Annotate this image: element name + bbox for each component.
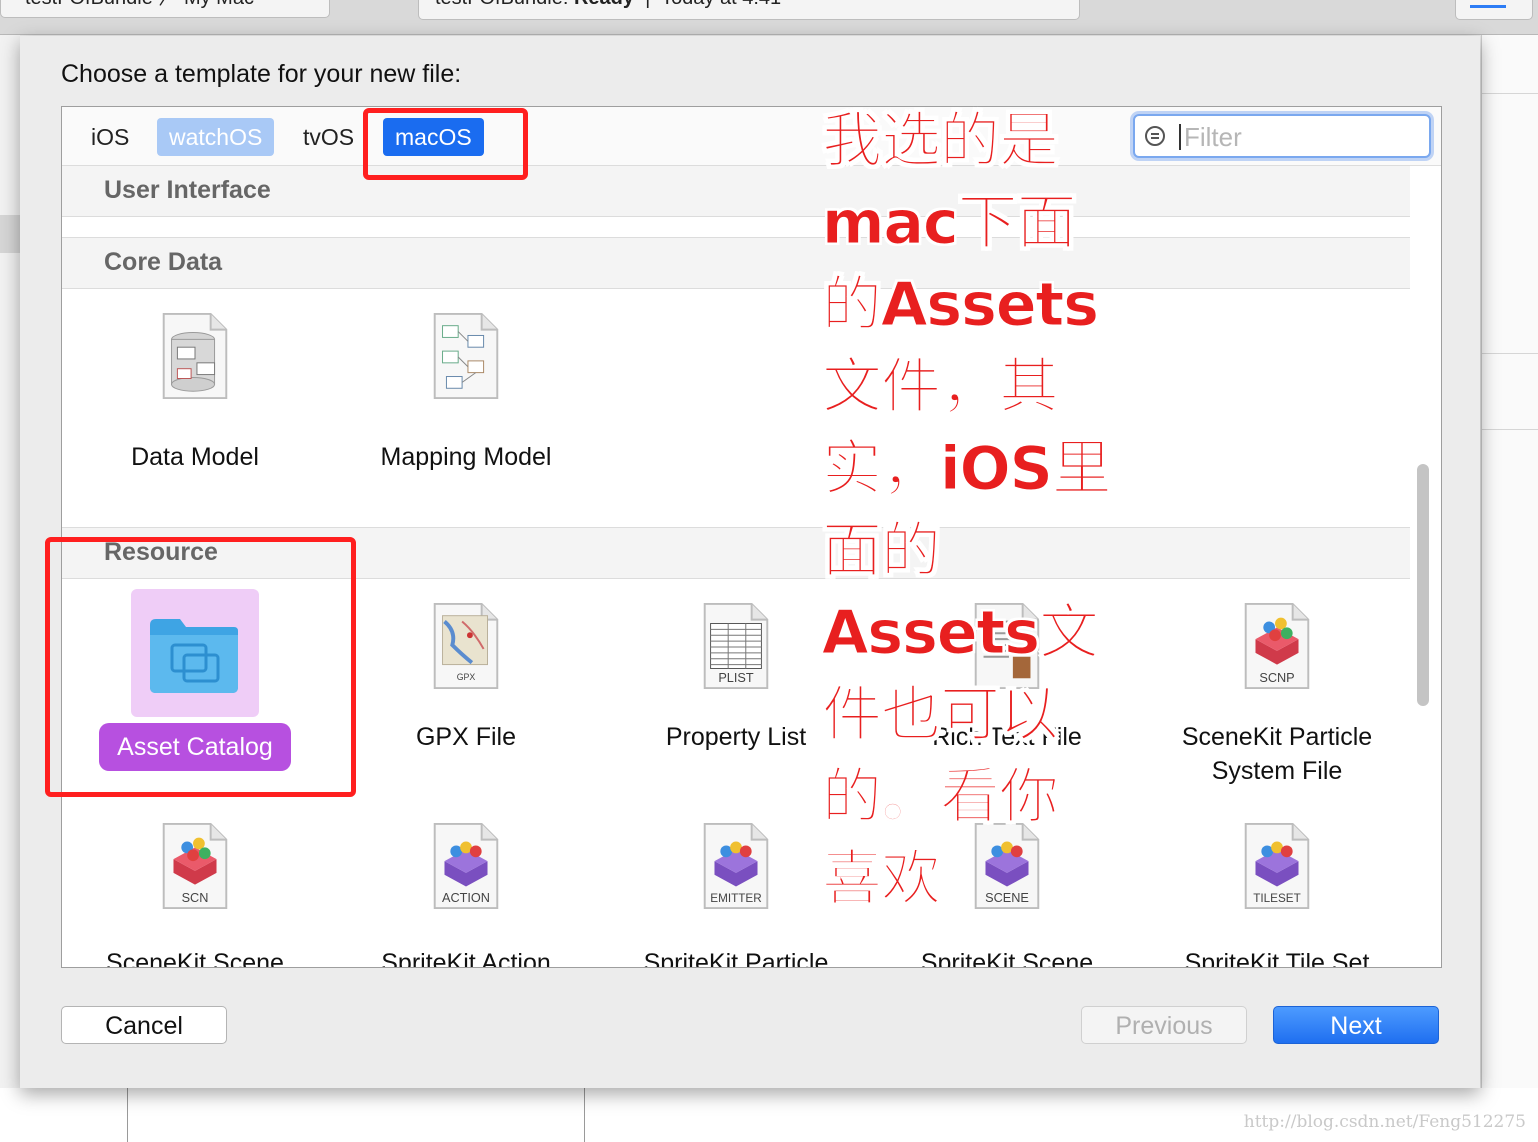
filter-field[interactable] (1133, 114, 1431, 158)
cancel-button[interactable]: Cancel (61, 1006, 227, 1044)
item-label: SceneKit Particle System File (1181, 723, 1373, 785)
data-model-icon (162, 312, 228, 400)
section-core-data: Core Data (62, 237, 1410, 289)
previous-button[interactable]: Previous (1081, 1006, 1247, 1044)
inspector-strip (1481, 35, 1538, 1142)
item-label: SceneKit Scene (106, 949, 284, 968)
template-spritekit-action[interactable]: ACTION SpriteKit Action (351, 822, 581, 967)
filter-input[interactable] (1182, 120, 1416, 154)
annotation-box-macos (363, 108, 528, 180)
spritekit-tileset-icon: TILESET (1244, 822, 1310, 910)
watermark: http://blog.csdn.net/Feng512275 (1243, 1112, 1526, 1132)
template-spritekit-tile-set[interactable]: TILESET SpriteKit Tile Set (1162, 822, 1392, 967)
gpx-badge-text: GPX (457, 672, 476, 682)
section-title: Core Data (104, 248, 223, 276)
scheme-text: testFOfBundle 〉 My Mac (25, 0, 254, 9)
navigator-selection (0, 215, 20, 253)
item-label: GPX File (415, 723, 517, 751)
scheme-selector[interactable]: testFOfBundle 〉 My Mac (0, 0, 330, 18)
template-spritekit-particle[interactable]: EMITTER SpriteKit Particle (621, 822, 851, 967)
template-mapping-model[interactable]: Mapping Model (351, 312, 581, 482)
spritekit-action-icon: ACTION (433, 822, 499, 910)
scenekit-particle-icon: SCNP (1244, 602, 1310, 690)
annotation-box-asset-catalog (45, 537, 356, 797)
filter-icon (1145, 126, 1165, 146)
section-title: User Interface (104, 176, 271, 204)
item-label: SpriteKit Action (381, 949, 551, 968)
item-label: SpriteKit Particle (643, 949, 829, 968)
vertical-scrollbar[interactable] (1417, 464, 1429, 706)
spritekit-particle-icon: EMITTER (703, 822, 769, 910)
section-user-interface: User Interface (62, 165, 1410, 217)
item-label: SpriteKit Scene (920, 949, 1094, 968)
platform-tabbar: iOS watchOS tvOS macOS (62, 107, 1441, 166)
tab-tvos[interactable]: tvOS (291, 118, 366, 156)
annotation-text: 我选的是 mac下面 的Assets 文件，其 实，iOS里 面的 Assets… (822, 106, 1113, 915)
template-property-list[interactable]: PLIST Property List (621, 602, 851, 802)
text-caret (1179, 124, 1181, 150)
scnp-badge-text: SCNP (1259, 670, 1294, 685)
status-project: testFOfBundle: (435, 0, 568, 9)
plist-badge-text: PLIST (718, 670, 754, 685)
tab-watchos[interactable]: watchOS (157, 118, 275, 156)
next-button[interactable]: Next (1273, 1006, 1439, 1044)
mapping-model-icon (433, 312, 499, 400)
template-data-model[interactable]: Data Model (80, 312, 310, 482)
status-time: Today at 4:41 (661, 0, 781, 9)
scenekit-scene-icon: SCN (162, 822, 228, 910)
emitter-badge-text: EMITTER (710, 892, 761, 905)
tab-ios[interactable]: iOS (79, 118, 141, 156)
template-gpx-file[interactable]: GPX GPX File (351, 602, 581, 802)
editor-layout-button[interactable] (1455, 0, 1533, 20)
activity-status: testFOfBundle: Ready | Today at 4:41 (418, 0, 1080, 20)
item-label: SpriteKit Tile Set (1184, 949, 1370, 968)
action-badge-text: ACTION (442, 890, 490, 905)
sheet-title: Choose a template for your new file: (61, 60, 462, 88)
plist-file-icon: PLIST (703, 602, 769, 690)
tileset-badge-text: TILESET (1253, 892, 1301, 905)
item-label: Data Model (131, 443, 259, 471)
template-scenekit-scene[interactable]: SCN SceneKit Scene (80, 822, 310, 967)
navigator-strip (0, 35, 20, 1142)
scn-badge-text: SCN (182, 890, 209, 905)
template-scenekit-particle[interactable]: SCNP SceneKit Particle System File (1162, 602, 1392, 812)
status-state: Ready (574, 0, 634, 9)
gpx-file-icon: GPX (433, 602, 499, 690)
item-label: Mapping Model (380, 443, 552, 471)
